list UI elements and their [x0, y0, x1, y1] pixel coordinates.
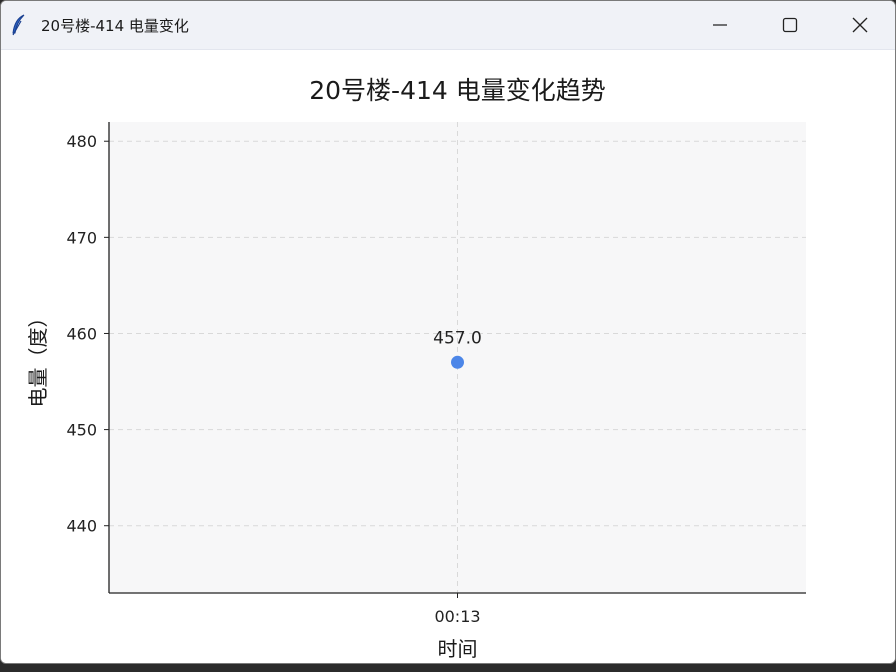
y-tick-label: 440 [66, 517, 97, 536]
electricity-chart: 440 450 460 470 480 00:13 457.0 20号楼-414 电量变化趋势… [26, 76, 806, 661]
maximize-icon [782, 17, 798, 33]
feather-icon [9, 13, 29, 37]
y-axis-label: 电量（度） [26, 308, 50, 408]
y-tick-label: 480 [66, 132, 97, 151]
x-tick-label: 00:13 [434, 607, 480, 626]
y-tick-label: 450 [66, 421, 97, 440]
chart-title: 20号楼-414 电量变化趋势 [309, 76, 606, 105]
minimize-icon [713, 24, 727, 26]
data-point [451, 355, 464, 369]
x-axis-label: 时间 [438, 637, 478, 661]
minimize-button[interactable] [685, 1, 755, 49]
title-bar[interactable]: 20号楼-414 电量变化 [1, 1, 895, 50]
y-tick-label: 460 [66, 324, 97, 343]
plot-canvas: 440 450 460 470 480 00:13 457.0 20号楼-414 电量变化趋势… [1, 50, 895, 663]
close-icon [852, 17, 868, 33]
data-label: 457.0 [433, 328, 482, 348]
app-window: 20号楼-414 电量变化 440 450 460 470 480 00:13 457.0 2… [0, 0, 896, 664]
window-title: 20号楼-414 电量变化 [41, 17, 189, 35]
maximize-button[interactable] [755, 1, 825, 49]
y-tick-label: 470 [66, 228, 97, 247]
close-button[interactable] [825, 1, 895, 49]
